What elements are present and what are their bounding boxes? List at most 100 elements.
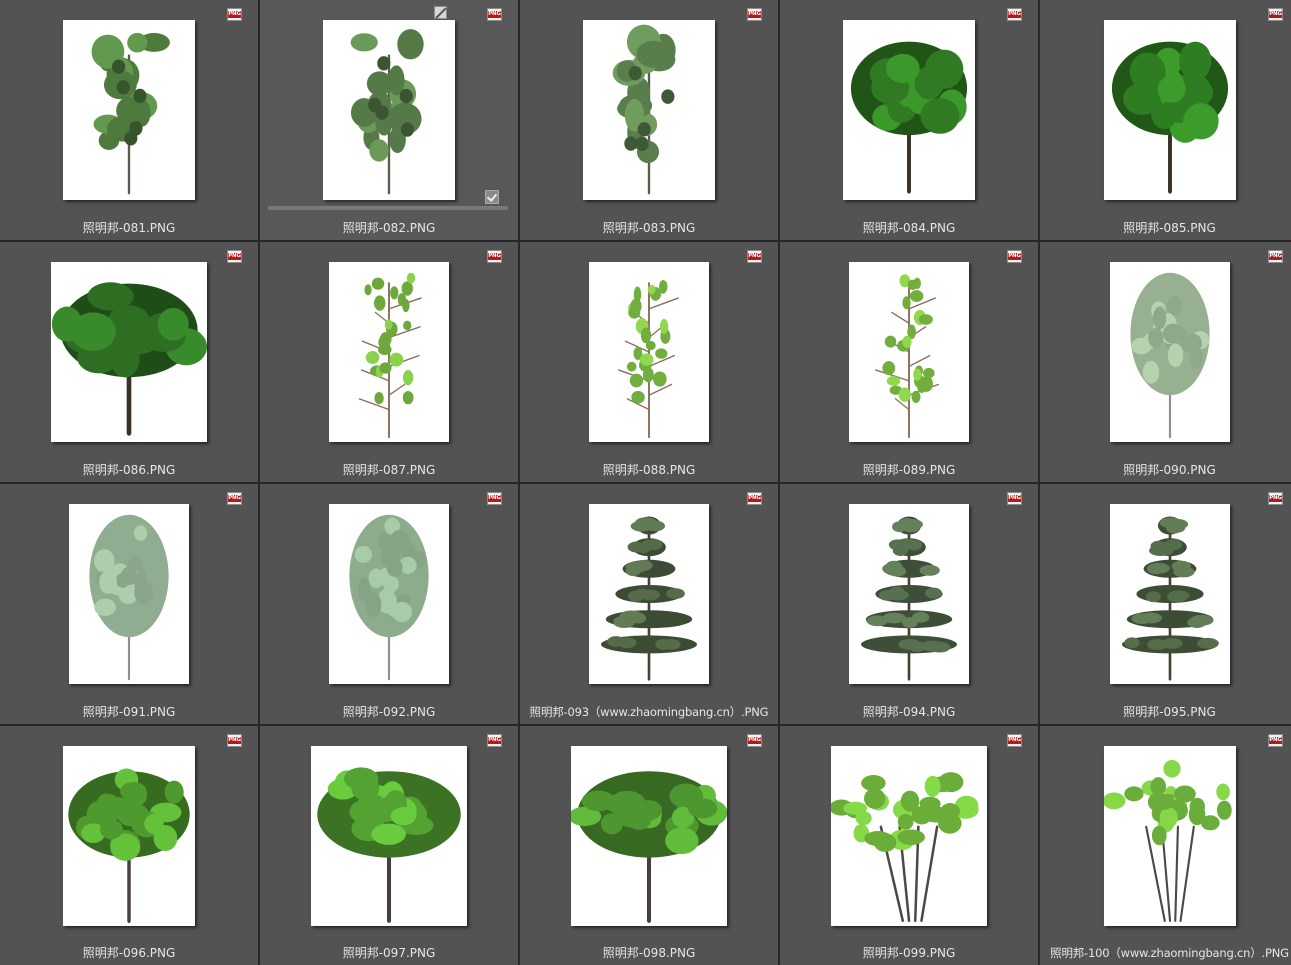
png-file-icon: PNG [1007,8,1022,21]
file-name-label: 照明邦-087.PNG [342,463,436,477]
thumbnail-item[interactable]: PNG 照明邦-088.PNG [520,242,778,482]
png-file-icon: PNG [1268,250,1283,263]
png-badge-text: PNG [228,253,241,260]
thumbnail-image[interactable] [63,746,195,926]
thumbnail-item[interactable]: PNG 照明邦-098.PNG [520,726,778,965]
thumbnail-image[interactable] [571,746,727,926]
png-badge-text: PNG [1008,737,1021,744]
png-file-icon: PNG [487,250,502,263]
png-badge-text: PNG [1269,495,1282,502]
png-badge-text: PNG [488,737,501,744]
thumbnail-item[interactable]: PNG 照明邦-087.PNG [260,242,518,482]
png-file-icon: PNG [1268,734,1283,747]
thumbnail-item[interactable]: PNG 照明邦-095.PNG [1040,484,1291,724]
thumbnail-item[interactable]: PNG 照明邦-097.PNG [260,726,518,965]
thumbnail-image[interactable] [323,20,455,200]
thumbnail-image[interactable] [849,262,969,442]
png-file-icon: PNG [227,250,242,263]
png-badge-text: PNG [1269,253,1282,260]
png-file-icon: PNG [227,8,242,21]
png-badge-text: PNG [748,495,761,502]
tree-picture [861,516,957,681]
tree-picture [1122,516,1219,681]
thumbnail-image[interactable] [831,746,987,926]
thumbnail-image[interactable] [849,504,969,684]
thumbnail-item[interactable]: PNG 照明邦-085.PNG [1040,0,1291,240]
thumbnail-image[interactable] [843,20,975,200]
thumbnail-item[interactable]: PNG 照明邦-094.PNG [780,484,1038,724]
png-badge-text: PNG [488,253,501,260]
thumbnail-item[interactable]: PNG 照明邦-092.PNG [260,484,518,724]
file-name-label: 照明邦-084.PNG [862,221,956,235]
png-file-icon: PNG [227,734,242,747]
thumbnail-item[interactable]: PNG 照明邦-089.PNG [780,242,1038,482]
png-badge-text: PNG [488,11,501,18]
thumbnail-image[interactable] [589,504,709,684]
thumbnail-image[interactable] [329,504,449,684]
thumbnail-image[interactable] [63,20,195,200]
thumbnail-item[interactable]: PNG 照明邦-086.PNG [0,242,258,482]
file-name-label: 照明邦-082.PNG [342,221,436,235]
png-file-icon: PNG [1268,492,1283,505]
tree-picture [350,29,424,195]
file-name-label: 照明邦-081.PNG [82,221,176,235]
thumbnail-image[interactable] [1104,746,1236,926]
thumbnail-image[interactable] [1110,504,1230,684]
file-name-label: 照明邦-090.PNG [1123,463,1216,477]
tree-picture [89,514,169,681]
tree-picture [571,771,727,923]
thumbnail-image[interactable] [1104,20,1236,200]
thumbnail-image[interactable] [329,262,449,442]
tree-picture [612,24,676,195]
tree-picture [1130,272,1210,439]
checkbox-icon[interactable] [485,190,499,204]
png-file-icon: PNG [227,492,242,505]
thumbnail-image[interactable] [1110,262,1230,442]
tree-picture [618,280,679,439]
png-badge-text: PNG [1008,495,1021,502]
thumbnail-item[interactable]: PNG 照明邦-091.PNG [0,484,258,724]
tree-picture [831,772,979,923]
file-name-label: 照明邦-088.PNG [602,463,696,477]
png-file-icon: PNG [487,492,502,505]
thumbnail-image[interactable] [311,746,467,926]
png-file-icon: PNG [487,734,502,747]
file-name-label: 照明邦-099.PNG [862,946,956,960]
file-name-label: 照明邦-097.PNG [342,946,436,960]
tree-picture [51,282,207,436]
tree-picture [349,514,429,681]
thumbnail-item[interactable]: PNG 照明邦-093（www.zhaomingbang.cn）.PNG [520,484,778,724]
thumbnail-grid: PNG 照明邦-081.PNG PNG 照明邦-082.PNG PNG 照明邦-083.P… [0,0,1291,965]
file-name-label: 照明邦-086.PNG [82,463,176,477]
thumbnail-item[interactable]: PNG 照明邦-081.PNG [0,0,258,240]
thumbnail-item[interactable]: PNG 照明邦-090.PNG [1040,242,1291,482]
png-badge-text: PNG [228,11,241,18]
thumbnail-image[interactable] [589,262,709,442]
png-file-icon: PNG [747,492,762,505]
tree-picture [68,768,190,923]
file-name-label: 照明邦-085.PNG [1123,221,1216,235]
thumbnail-item[interactable]: PNG 照明邦-084.PNG [780,0,1038,240]
file-name-label: 照明邦-096.PNG [82,946,176,960]
png-file-icon: PNG [747,250,762,263]
png-badge-text: PNG [1008,253,1021,260]
thumbnail-image[interactable] [51,262,207,442]
file-name-label: 照明邦-091.PNG [82,705,176,719]
png-badge-text: PNG [228,737,241,744]
png-badge-text: PNG [1269,11,1282,18]
thumbnail-item[interactable]: PNG 照明邦-099.PNG [780,726,1038,965]
png-file-icon: PNG [487,8,502,21]
png-badge-text: PNG [1269,737,1282,744]
thumbnail-image[interactable] [69,504,189,684]
thumbnail-item[interactable]: PNG 照明邦-082.PNG [260,0,518,240]
file-name-label: 照明邦-083.PNG [602,221,696,235]
thumbnail-item[interactable]: PNG 照明邦-083.PNG [520,0,778,240]
png-file-icon: PNG [1007,492,1022,505]
thumbnail-image[interactable] [583,20,715,200]
edit-icon[interactable] [434,6,447,19]
tree-picture [91,32,170,195]
thumbnail-item[interactable]: PNG 照明邦-096.PNG [0,726,258,965]
thumbnail-item[interactable]: PNG 照明邦-100（www.zhaomingbang.cn）.PNG [1040,726,1291,965]
selection-bar [268,206,508,210]
png-badge-text: PNG [748,253,761,260]
